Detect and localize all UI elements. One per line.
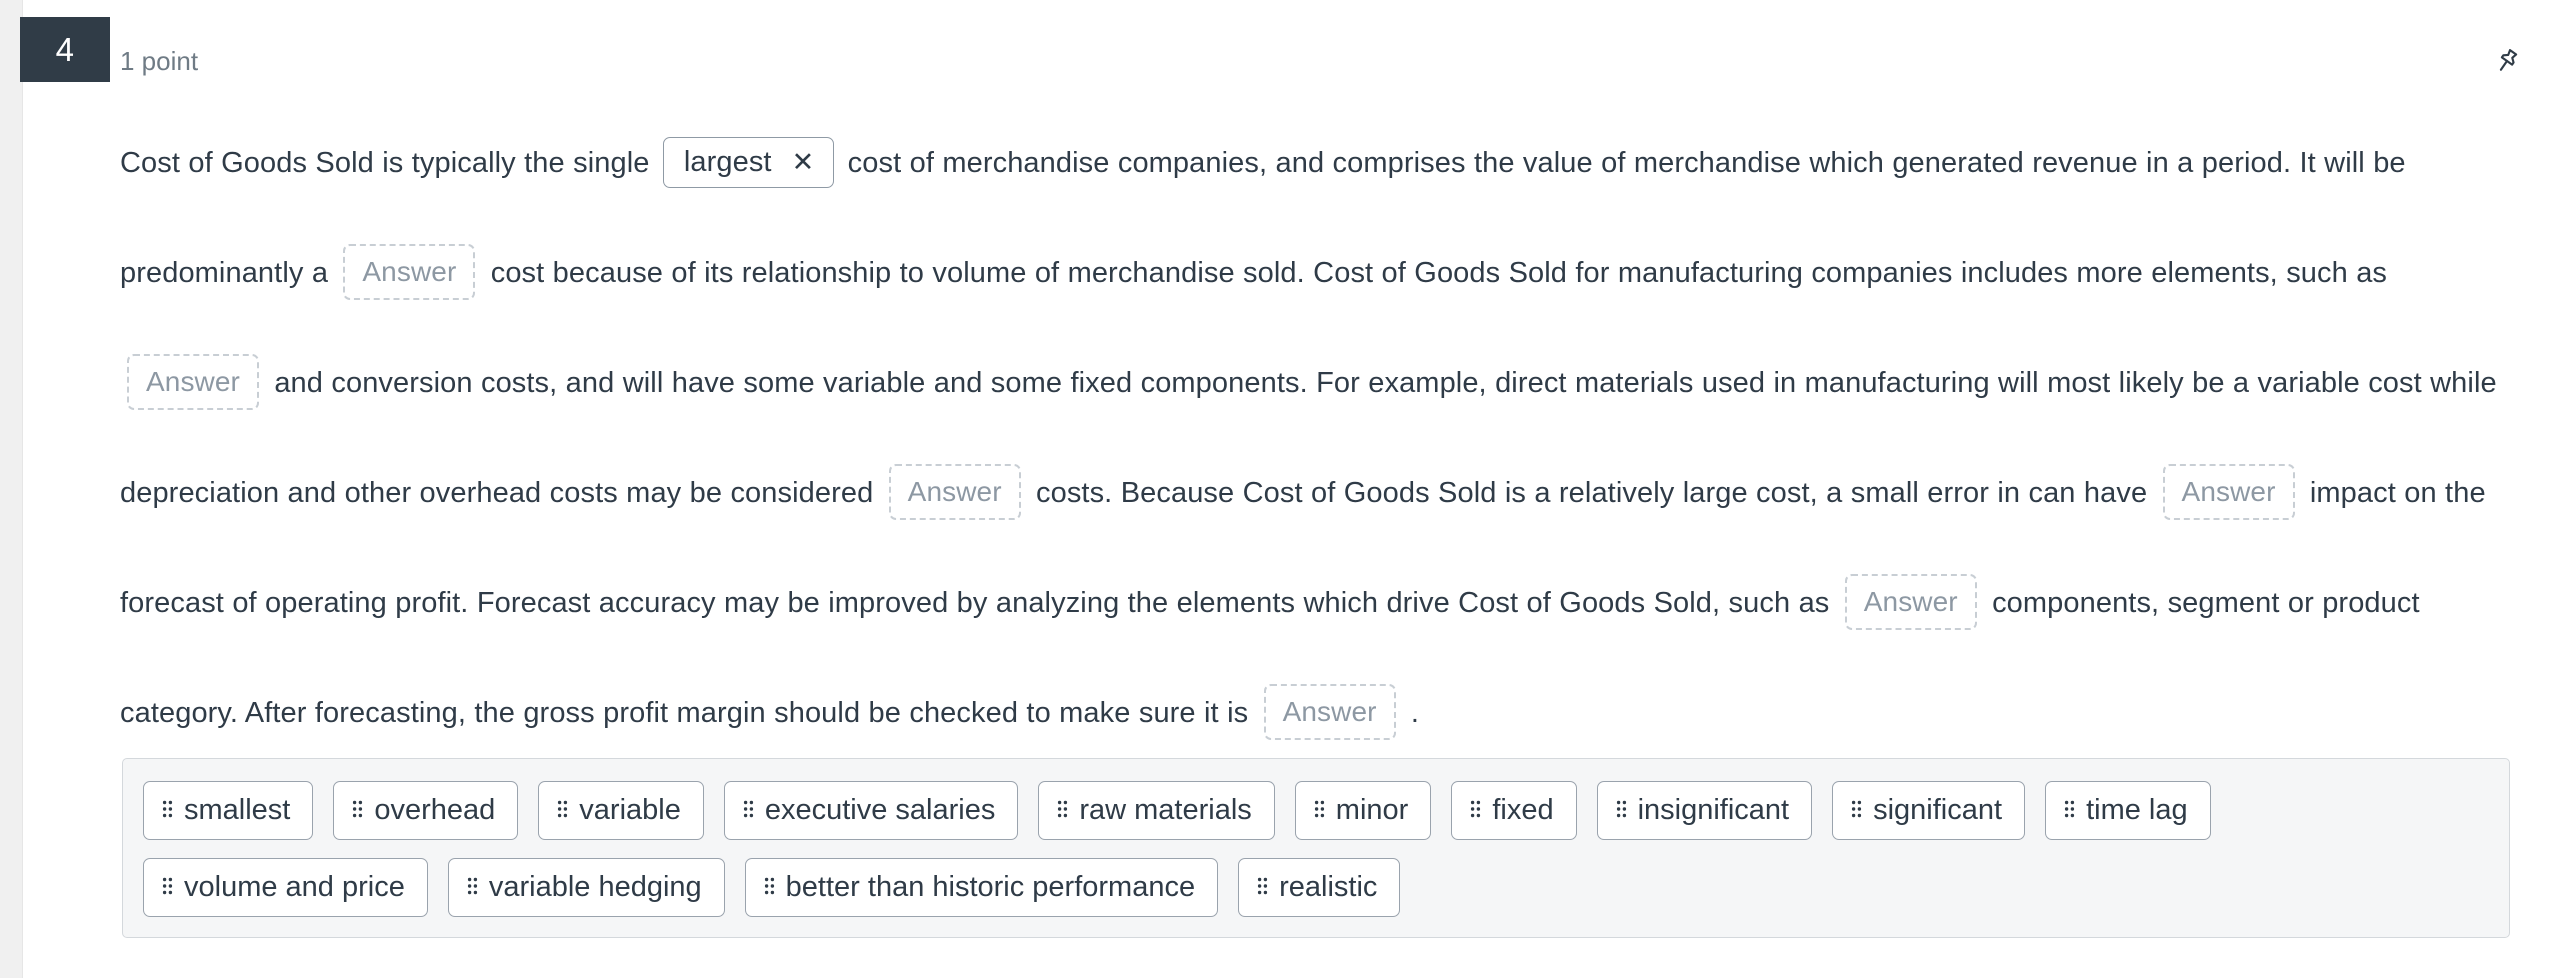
word-bank-token-label: volume and price (184, 871, 405, 903)
word-bank-token-label: realistic (1279, 871, 1378, 903)
word-bank-token[interactable]: overhead (333, 781, 519, 840)
question-number-label: 4 (55, 30, 75, 68)
word-bank-token-label: significant (1873, 794, 2003, 826)
word-bank-token[interactable]: fixed (1451, 781, 1577, 840)
word-bank-token[interactable]: variable (538, 781, 704, 840)
drag-handle-icon[interactable] (1470, 798, 1481, 824)
drag-handle-icon[interactable] (1314, 798, 1325, 824)
word-bank-token-label: fixed (1492, 794, 1554, 826)
drag-handle-icon[interactable] (1851, 798, 1862, 824)
word-bank-token-label: executive salaries (764, 794, 996, 826)
drag-handle-icon[interactable] (352, 798, 363, 824)
remove-answer-icon[interactable]: ✕ (790, 148, 817, 176)
prompt-segment-1: Cost of Goods Sold is typically the sing… (120, 147, 658, 179)
word-bank-token-label: variable (579, 794, 681, 826)
answer-blank-5[interactable]: Answer (2162, 464, 2295, 521)
word-bank-token[interactable]: raw materials (1038, 781, 1275, 840)
word-bank-token-label: raw materials (1079, 794, 1252, 826)
question-points-label: 1 point (120, 46, 199, 76)
drag-handle-icon[interactable] (1257, 875, 1268, 901)
word-bank-token[interactable]: realistic (1238, 858, 1401, 917)
drag-handle-icon[interactable] (467, 875, 478, 901)
word-bank-token[interactable]: time lag (2045, 781, 2211, 840)
filled-blank-1-value: largest (683, 145, 772, 178)
drag-handle-icon[interactable] (162, 798, 173, 824)
filled-blank-1[interactable]: largest ✕ (662, 136, 835, 188)
word-bank-token[interactable]: volume and price (143, 858, 428, 917)
answer-blank-6[interactable]: Answer (1844, 574, 1977, 631)
drag-handle-icon[interactable] (2064, 798, 2075, 824)
word-bank-token-label: smallest (184, 794, 291, 826)
drag-handle-icon[interactable] (1057, 798, 1068, 824)
word-bank-token-label: insignificant (1637, 794, 1790, 826)
word-bank-token-label: better than historic performance (785, 871, 1196, 903)
answer-blank-7[interactable]: Answer (1263, 684, 1396, 741)
answer-blank-4[interactable]: Answer (888, 464, 1021, 521)
answer-blank-3[interactable]: Answer (127, 354, 259, 411)
left-gutter (0, 0, 23, 978)
word-bank-token-label: variable hedging (488, 871, 702, 903)
word-bank-token-label: minor (1335, 794, 1409, 826)
prompt-segment-5: costs. Because Cost of Goods Sold is a r… (1027, 477, 2156, 509)
word-bank-token[interactable]: significant (1832, 781, 2026, 840)
word-bank-token-label: overhead (374, 794, 496, 826)
drag-handle-icon[interactable] (1616, 798, 1627, 824)
word-bank-token[interactable]: minor (1294, 781, 1432, 840)
word-bank-token[interactable]: variable hedging (447, 858, 725, 917)
drag-handle-icon[interactable] (743, 798, 754, 824)
fill-in-the-blank-prompt: Cost of Goods Sold is typically the sing… (120, 108, 2500, 768)
prompt-segment-3: cost because of its relationship to volu… (482, 257, 2396, 289)
word-bank-token[interactable]: insignificant (1596, 781, 1813, 840)
question-number-badge: 4 (20, 17, 110, 82)
word-bank-token-label: time lag (2086, 794, 2188, 826)
answer-blank-2[interactable]: Answer (343, 244, 476, 301)
word-bank-token[interactable]: smallest (143, 781, 314, 840)
question-card: 4 1 point Cost of Goods Sold is typicall… (0, 0, 2570, 978)
word-bank: smallest overhead variable executive salari… (122, 758, 2510, 938)
word-bank-token[interactable]: better than historic performance (744, 858, 1219, 917)
drag-handle-icon[interactable] (162, 875, 173, 901)
drag-handle-icon[interactable] (764, 875, 775, 901)
drag-handle-icon[interactable] (557, 798, 568, 824)
prompt-segment-8: . (1402, 697, 1420, 729)
pushpin-icon[interactable] (2486, 40, 2528, 82)
word-bank-token[interactable]: executive salaries (723, 781, 1019, 840)
